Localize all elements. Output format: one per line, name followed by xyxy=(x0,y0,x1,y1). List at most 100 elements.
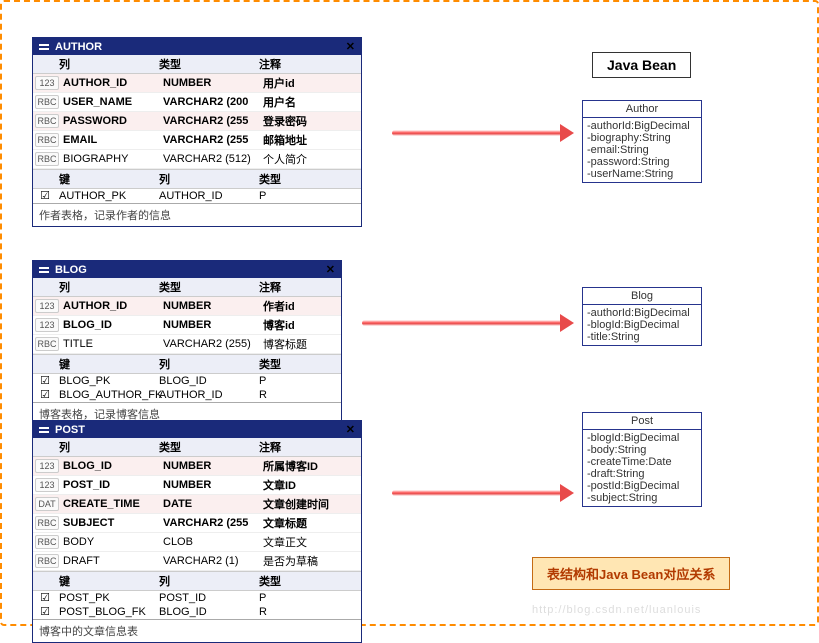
key-row: ☑POST_BLOG_FKBLOG_IDR xyxy=(33,605,361,619)
bean-field: -userName:String xyxy=(587,168,697,180)
table-header: 列类型注释 xyxy=(33,55,361,74)
watermark-text: http://blog.csdn.net/luanlouis xyxy=(532,604,701,616)
column-type-icon: RBC xyxy=(35,152,59,166)
db-table-author: AUTHOR✕列类型注释123AUTHOR_IDNUMBER用户idRBCUSE… xyxy=(32,37,362,227)
column-name: AUTHOR_ID xyxy=(61,76,161,90)
column-type-icon: 123 xyxy=(35,76,59,90)
check-icon: ☑ xyxy=(33,189,57,203)
bean-box-author: Author-authorId:BigDecimal-biography:Str… xyxy=(582,100,702,183)
table-row: RBCBODYCLOB文章正文 xyxy=(33,533,361,552)
bean-field: -body:String xyxy=(587,444,697,456)
column-note: 文章标题 xyxy=(261,514,361,532)
column-note: 邮箱地址 xyxy=(261,131,361,149)
column-type: VARCHAR2 (512) xyxy=(161,152,261,166)
column-type: VARCHAR2 (1) xyxy=(161,554,261,568)
table-row: 123AUTHOR_IDNUMBER作者id xyxy=(33,297,341,316)
key-name: POST_BLOG_FK xyxy=(57,605,157,619)
table-title-bar: AUTHOR✕ xyxy=(33,38,361,55)
column-name: BLOG_ID xyxy=(61,318,161,332)
column-type-icon: DAT xyxy=(35,497,59,511)
key-type: R xyxy=(257,388,341,402)
table-title: AUTHOR xyxy=(55,41,102,53)
arrow-icon xyxy=(392,490,562,496)
key-type: P xyxy=(257,591,361,605)
key-type: R xyxy=(257,605,361,619)
key-column: AUTHOR_ID xyxy=(157,388,257,402)
table-title: POST xyxy=(55,424,85,436)
key-row: ☑POST_PKPOST_IDP xyxy=(33,591,361,605)
bean-field: -draft:String xyxy=(587,468,697,480)
column-type-icon: RBC xyxy=(35,337,59,351)
column-name: BODY xyxy=(61,535,161,549)
column-type-icon: RBC xyxy=(35,95,59,109)
table-row: 123AUTHOR_IDNUMBER用户id xyxy=(33,74,361,93)
table-icon xyxy=(39,427,49,433)
column-type-icon: RBC xyxy=(35,133,59,147)
db-table-blog: BLOG✕列类型注释123AUTHOR_IDNUMBER作者id123BLOG_… xyxy=(32,260,342,426)
column-name: SUBJECT xyxy=(61,516,161,530)
bean-title: Post xyxy=(583,413,701,430)
bean-field: -biography:String xyxy=(587,132,697,144)
key-column: POST_ID xyxy=(157,591,257,605)
table-row: DATCREATE_TIMEDATE文章创建时间 xyxy=(33,495,361,514)
arrow-icon xyxy=(362,320,562,326)
column-type: NUMBER xyxy=(161,459,261,473)
table-description: 作者表格，记录作者的信息 xyxy=(33,203,361,226)
keys-header: 键列类型 xyxy=(33,354,341,374)
table-title: BLOG xyxy=(55,264,87,276)
table-row: 123BLOG_IDNUMBER所属博客ID xyxy=(33,457,361,476)
check-icon: ☑ xyxy=(33,388,57,402)
bean-field: -authorId:BigDecimal xyxy=(587,307,697,319)
column-name: TITLE xyxy=(61,337,161,351)
table-row: 123BLOG_IDNUMBER博客id xyxy=(33,316,341,335)
column-type: VARCHAR2 (255 xyxy=(161,516,261,530)
table-row: RBCEMAILVARCHAR2 (255邮箱地址 xyxy=(33,131,361,150)
table-description: 博客中的文章信息表 xyxy=(33,619,361,642)
bean-field: -postId:BigDecimal xyxy=(587,480,697,492)
column-note: 文章正文 xyxy=(261,533,361,551)
bean-field: -createTime:Date xyxy=(587,456,697,468)
column-type-icon: 123 xyxy=(35,459,59,473)
column-note: 用户名 xyxy=(261,93,361,111)
table-row: RBCUSER_NAMEVARCHAR2 (200用户名 xyxy=(33,93,361,112)
column-type: VARCHAR2 (200 xyxy=(161,95,261,109)
key-name: BLOG_PK xyxy=(57,374,157,388)
bean-field: -password:String xyxy=(587,156,697,168)
bean-title: Author xyxy=(583,101,701,118)
table-title-bar: BLOG✕ xyxy=(33,261,341,278)
bean-box-blog: Blog-authorId:BigDecimal-blogId:BigDecim… xyxy=(582,287,702,346)
column-note: 是否为草稿 xyxy=(261,552,361,570)
key-name: BLOG_AUTHOR_FK xyxy=(57,388,157,402)
column-type-icon: RBC xyxy=(35,516,59,530)
bean-field: -email:String xyxy=(587,144,697,156)
key-name: POST_PK xyxy=(57,591,157,605)
key-type: P xyxy=(257,189,361,203)
table-row: RBCDRAFTVARCHAR2 (1)是否为草稿 xyxy=(33,552,361,571)
column-type-icon: 123 xyxy=(35,478,59,492)
key-row: ☑BLOG_PKBLOG_IDP xyxy=(33,374,341,388)
bean-box-post: Post -blogId:BigDecimal-body:String-creat… xyxy=(582,412,702,507)
column-type-icon: 123 xyxy=(35,299,59,313)
column-type: VARCHAR2 (255) xyxy=(161,337,261,351)
column-name: USER_NAME xyxy=(61,95,161,109)
arrow-icon xyxy=(392,130,562,136)
table-icon xyxy=(39,44,49,50)
check-icon: ☑ xyxy=(33,591,57,605)
column-note: 文章创建时间 xyxy=(261,495,361,513)
table-row: 123POST_IDNUMBER文章ID xyxy=(33,476,361,495)
column-name: DRAFT xyxy=(61,554,161,568)
bean-field: -authorId:BigDecimal xyxy=(587,120,697,132)
column-note: 个人简介 xyxy=(261,150,361,168)
bean-body: -authorId:BigDecimal-blogId:BigDecimal-t… xyxy=(583,305,701,345)
bean-field: -blogId:BigDecimal xyxy=(587,319,697,331)
close-icon: ✕ xyxy=(346,423,355,436)
bean-field: -subject:String xyxy=(587,492,697,504)
column-note: 登录密码 xyxy=(261,112,361,130)
java-bean-heading: Java Bean xyxy=(592,52,691,78)
column-name: BIOGRAPHY xyxy=(61,152,161,166)
column-name: CREATE_TIME xyxy=(61,497,161,511)
bean-field: -blogId:BigDecimal xyxy=(587,432,697,444)
bean-body: -authorId:BigDecimal-biography:String-em… xyxy=(583,118,701,182)
key-column: AUTHOR_ID xyxy=(157,189,257,203)
table-header: 列类型注释 xyxy=(33,278,341,297)
